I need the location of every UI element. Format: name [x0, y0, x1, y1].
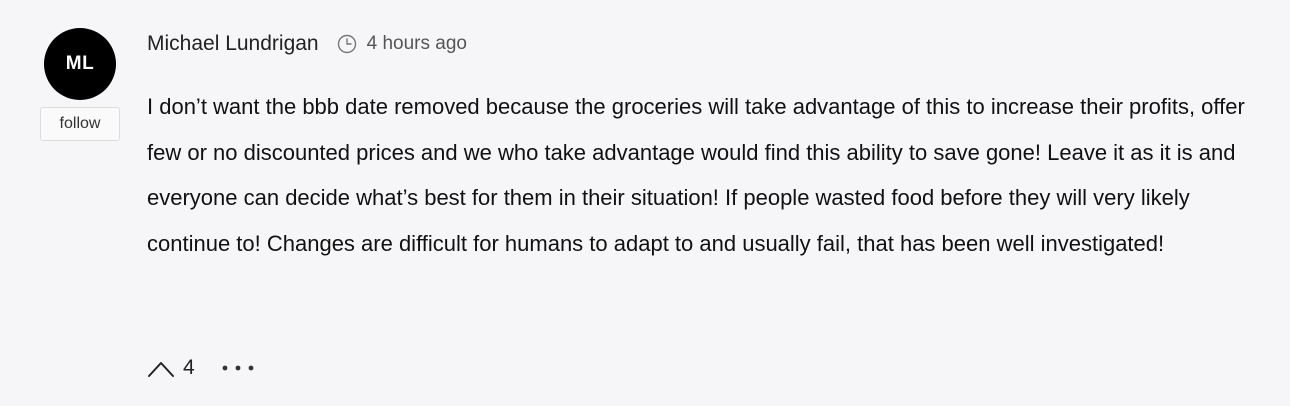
clock-icon [337, 34, 356, 54]
author-name[interactable]: Michael Lundrigan [147, 32, 319, 56]
avatar[interactable]: ML [44, 28, 116, 100]
chevron-up-icon[interactable] [147, 358, 175, 378]
timestamp: 4 hours ago [366, 33, 467, 54]
more-options-icon[interactable] [221, 364, 255, 372]
avatar-initials: ML [65, 53, 95, 74]
upvote-count: 4 [183, 356, 195, 379]
follow-button[interactable]: follow [40, 107, 120, 141]
comment-card: ML follow Michael Lundrigan 4 hours ago … [0, 0, 1290, 406]
comment-text: I don’t want the bbb date removed becaus… [147, 94, 1245, 256]
comment-header: Michael Lundrigan 4 hours ago [147, 30, 467, 58]
comment-actions: 4 [147, 354, 255, 382]
